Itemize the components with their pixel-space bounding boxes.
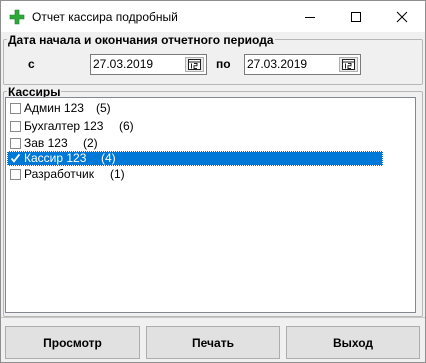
calendar-icon xyxy=(342,59,355,70)
cashier-count: (4) xyxy=(101,151,116,165)
close-button[interactable] xyxy=(379,1,425,32)
cashier-count: (5) xyxy=(96,101,111,115)
cashier-count: (1) xyxy=(110,167,125,181)
cashier-count: (6) xyxy=(119,119,134,133)
button-bar: Просмотр Печать Выход xyxy=(1,317,425,362)
cashier-name: Зав 123 xyxy=(24,136,68,150)
cashier-name: Бухгалтер 123 xyxy=(24,119,104,133)
date-from-value: 27.03.2019 xyxy=(93,57,154,71)
cashier-name: Разработчик xyxy=(24,167,94,181)
cashier-count: (2) xyxy=(83,136,98,150)
checkbox[interactable] xyxy=(10,121,21,132)
preview-button[interactable]: Просмотр xyxy=(5,326,140,359)
date-from-field[interactable]: 27.03.2019 xyxy=(90,54,207,75)
period-caption: Дата начала и окончания отчетного период… xyxy=(7,33,275,47)
date-from-calendar-button[interactable] xyxy=(185,57,204,72)
date-from-label: с xyxy=(28,57,35,71)
close-icon xyxy=(396,11,408,22)
report-window: Отчет кассира подробный Дата начала и ок… xyxy=(0,0,426,363)
date-to-field[interactable]: 27.03.2019 xyxy=(244,54,361,75)
minimize-icon xyxy=(305,16,315,18)
list-item[interactable]: Зав 123 (2) xyxy=(7,136,383,151)
calendar-icon xyxy=(188,59,201,70)
date-to-label: по xyxy=(216,57,231,71)
print-button[interactable]: Печать xyxy=(146,326,280,359)
title-bar[interactable]: Отчет кассира подробный xyxy=(1,1,425,32)
green-plus-icon xyxy=(9,9,25,25)
checkmark-icon xyxy=(10,153,21,163)
list-item[interactable]: Бухгалтер 123 (6) xyxy=(7,119,383,134)
list-item[interactable]: Админ 123 (5) xyxy=(7,101,383,116)
checkbox[interactable] xyxy=(10,169,21,180)
checkbox-checked[interactable] xyxy=(10,153,21,164)
cashier-name: Админ 123 xyxy=(24,101,84,115)
checkbox[interactable] xyxy=(10,103,21,114)
cashiers-list[interactable]: Админ 123 (5) Бухгалтер 123 (6) Зав 123 … xyxy=(5,97,416,313)
date-to-value: 27.03.2019 xyxy=(247,57,308,71)
checkbox[interactable] xyxy=(10,138,21,149)
window-title: Отчет кассира подробный xyxy=(32,10,178,24)
date-to-calendar-button[interactable] xyxy=(339,57,358,72)
maximize-button[interactable] xyxy=(333,1,379,32)
cashier-name: Кассир 123 xyxy=(24,151,87,165)
minimize-button[interactable] xyxy=(287,1,333,32)
list-item[interactable]: Разработчик (1) xyxy=(7,167,383,182)
maximize-icon xyxy=(351,11,361,22)
exit-button[interactable]: Выход xyxy=(286,326,420,359)
list-item-selected[interactable]: Кассир 123 (4) xyxy=(7,151,383,166)
